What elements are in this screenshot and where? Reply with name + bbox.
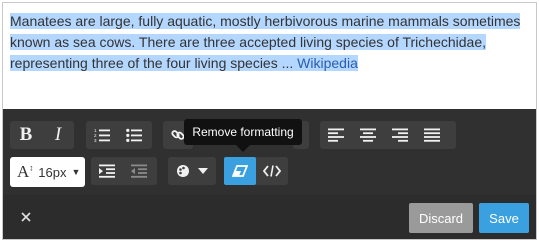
- align-right-icon: [392, 128, 408, 142]
- save-button[interactable]: Save: [479, 203, 529, 233]
- indent-button[interactable]: [91, 157, 123, 185]
- wikipedia-link[interactable]: Wikipedia: [297, 55, 358, 71]
- chevron-down-icon: ▼: [71, 167, 81, 177]
- bold-icon: B: [19, 124, 33, 145]
- code-icon: [263, 165, 281, 177]
- rich-text-editor: Manatees are large, fully aquatic, mostl…: [2, 2, 537, 240]
- align-center-button[interactable]: [352, 121, 384, 149]
- align-justify-button[interactable]: [416, 121, 448, 149]
- editor-content[interactable]: Manatees are large, fully aquatic, mostl…: [3, 3, 536, 109]
- indent-icon: [99, 164, 115, 178]
- outdent-icon: [131, 164, 147, 178]
- align-left-icon: [328, 128, 344, 142]
- align-center-icon: [360, 128, 376, 142]
- bold-button[interactable]: B: [10, 121, 42, 149]
- tooltip-remove-formatting: Remove formatting: [184, 119, 302, 152]
- italic-icon: I: [54, 124, 62, 145]
- link-icon: [171, 130, 185, 140]
- color-icon: [177, 164, 189, 177]
- unordered-list-icon: [126, 128, 142, 142]
- selected-text[interactable]: Manatees are large, fully aquatic, mostl…: [10, 13, 521, 71]
- svg-text:3: 3: [94, 138, 97, 142]
- code-view-button[interactable]: [256, 157, 288, 185]
- alignment-group: [320, 121, 456, 149]
- color-picker-button[interactable]: [168, 157, 216, 185]
- align-justify-icon: [424, 128, 440, 142]
- font-size-value: 16px: [38, 164, 67, 180]
- text-style-group: B I: [10, 121, 74, 149]
- align-left-button[interactable]: [320, 121, 352, 149]
- remove-formatting-icon: [232, 165, 248, 177]
- format-group: [224, 157, 288, 185]
- align-right-button[interactable]: [384, 121, 416, 149]
- editor-footer: Discard Save: [3, 195, 536, 239]
- discard-button[interactable]: Discard: [409, 203, 473, 233]
- italic-button[interactable]: I: [42, 121, 74, 149]
- outdent-button[interactable]: [123, 157, 155, 185]
- chevron-down-icon: [198, 168, 208, 174]
- content-text: Manatees are large, fully aquatic, mostl…: [10, 13, 521, 71]
- color-group: [168, 157, 216, 185]
- remove-formatting-button[interactable]: [224, 157, 256, 185]
- tooltip-text: Remove formatting: [192, 125, 294, 139]
- unordered-list-button[interactable]: [118, 121, 150, 149]
- font-size-icon: A↕: [17, 162, 34, 181]
- list-group: 123: [86, 121, 152, 149]
- ordered-list-button[interactable]: 123: [86, 121, 118, 149]
- font-size-select[interactable]: A↕ 16px ▼: [10, 157, 85, 187]
- close-icon: [21, 212, 31, 222]
- indent-group: [91, 157, 157, 185]
- close-button[interactable]: [18, 209, 34, 225]
- ordered-list-icon: 123: [94, 128, 110, 142]
